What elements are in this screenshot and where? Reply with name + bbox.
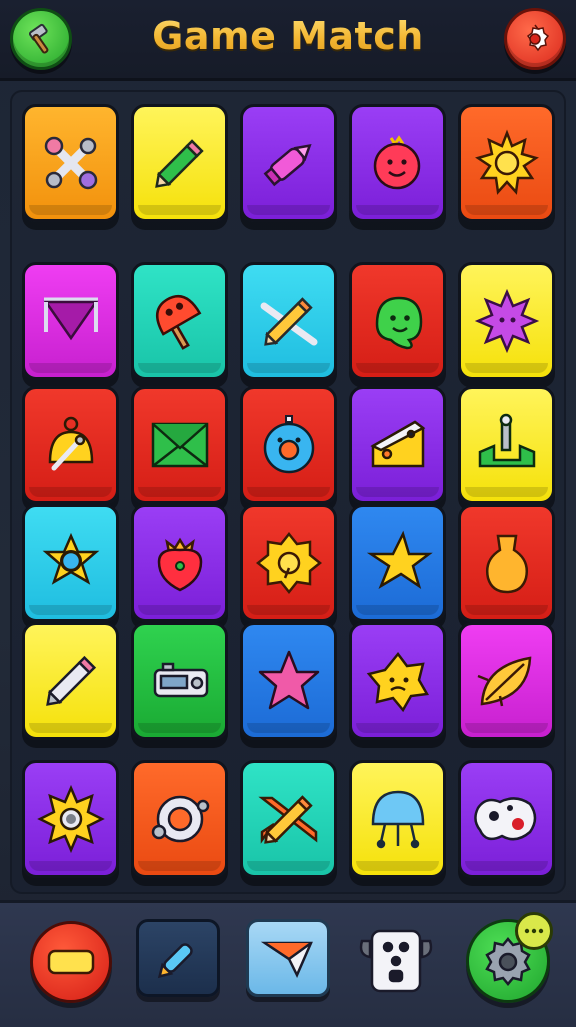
back-button[interactable] — [10, 8, 72, 70]
tile-ghost[interactable] — [349, 262, 446, 380]
popsicle-icon — [155, 295, 201, 350]
jellyfish-icon — [371, 790, 424, 849]
tile-smiley-creature[interactable] — [349, 104, 446, 222]
star-icon — [366, 530, 433, 589]
tile-flag[interactable] — [22, 262, 119, 380]
cheese-icon — [369, 420, 425, 468]
tile-flower[interactable] — [240, 504, 337, 622]
paper-plane-button[interactable] — [246, 919, 330, 997]
top-bar: Game Match Puzzle — [0, 0, 576, 110]
chat-bubble-icon — [515, 912, 553, 950]
crossed-pencil-icon — [260, 297, 317, 346]
bone-molecule-icon — [44, 136, 97, 190]
radio-icon — [153, 662, 208, 698]
star-ring-icon — [42, 532, 99, 585]
tile-popsicle[interactable] — [131, 262, 228, 380]
tile-x-pencil[interactable] — [240, 760, 337, 878]
tile-cheese[interactable] — [349, 386, 446, 504]
eraser-button[interactable] — [30, 921, 112, 1003]
tile-joystick[interactable] — [458, 386, 555, 504]
tile-bone-molecule[interactable] — [22, 104, 119, 222]
tile-pencil-2[interactable] — [22, 622, 119, 740]
tile-gear-sun[interactable] — [22, 760, 119, 878]
brush-icon — [157, 943, 193, 979]
tile-donut[interactable] — [240, 386, 337, 504]
pencil-icon — [154, 139, 204, 188]
tile-berry[interactable] — [131, 504, 228, 622]
tile-envelope[interactable] — [131, 386, 228, 504]
tile-star-burst[interactable] — [458, 262, 555, 380]
dice-robot-icon — [359, 929, 433, 993]
tile-leaf[interactable] — [458, 622, 555, 740]
puzzle-board — [10, 90, 566, 894]
tile-jellyfish[interactable] — [349, 760, 446, 878]
tile-radio[interactable] — [131, 622, 228, 740]
tile-pencil[interactable] — [131, 104, 228, 222]
sun-icon — [474, 129, 539, 195]
leaf-icon — [477, 656, 531, 707]
tile-star-ring[interactable] — [22, 504, 119, 622]
pencil-icon — [45, 655, 96, 706]
tile-sun[interactable] — [458, 104, 555, 222]
dice-robot-button[interactable] — [356, 921, 436, 1001]
flower-icon — [255, 531, 322, 595]
crayon-icon — [263, 144, 312, 187]
tile-crayon[interactable] — [240, 104, 337, 222]
hammer-icon — [28, 23, 49, 54]
berry-icon — [157, 537, 202, 592]
vase-icon — [485, 534, 528, 594]
pink-star-icon — [258, 650, 319, 710]
brush-button[interactable] — [136, 919, 220, 997]
donut-icon — [263, 415, 314, 474]
star-face-icon — [366, 651, 429, 713]
joystick-icon — [478, 413, 535, 468]
flag-icon — [43, 297, 98, 341]
tile-cow-patch[interactable] — [458, 760, 555, 878]
smiley-creature-icon — [373, 135, 420, 190]
wrench-ring-icon — [151, 795, 209, 843]
page-title: Game Match Puzzle — [78, 10, 498, 110]
tile-crossed-pencil[interactable] — [240, 262, 337, 380]
tile-bell-key[interactable] — [22, 386, 119, 504]
tile-star[interactable] — [349, 504, 446, 622]
tile-wrench-ring[interactable] — [131, 760, 228, 878]
envelope-icon — [151, 422, 208, 468]
cow-patch-icon — [473, 797, 536, 841]
tile-vase[interactable] — [458, 504, 555, 622]
tile-pink-star[interactable] — [240, 622, 337, 740]
paper-plane-icon — [261, 941, 313, 978]
eraser-icon — [47, 949, 95, 975]
x-pencil-icon — [257, 795, 317, 844]
tile-star-face[interactable] — [349, 622, 446, 740]
settings-gear-button[interactable] — [466, 912, 553, 1003]
gear-sun-icon — [36, 784, 105, 854]
bell-key-icon — [48, 416, 93, 471]
ghost-icon — [375, 296, 422, 350]
bottom-toolbar — [0, 900, 576, 1027]
star-burst-icon — [474, 288, 539, 354]
gear-icon — [526, 24, 550, 52]
settings-button[interactable] — [504, 8, 566, 70]
